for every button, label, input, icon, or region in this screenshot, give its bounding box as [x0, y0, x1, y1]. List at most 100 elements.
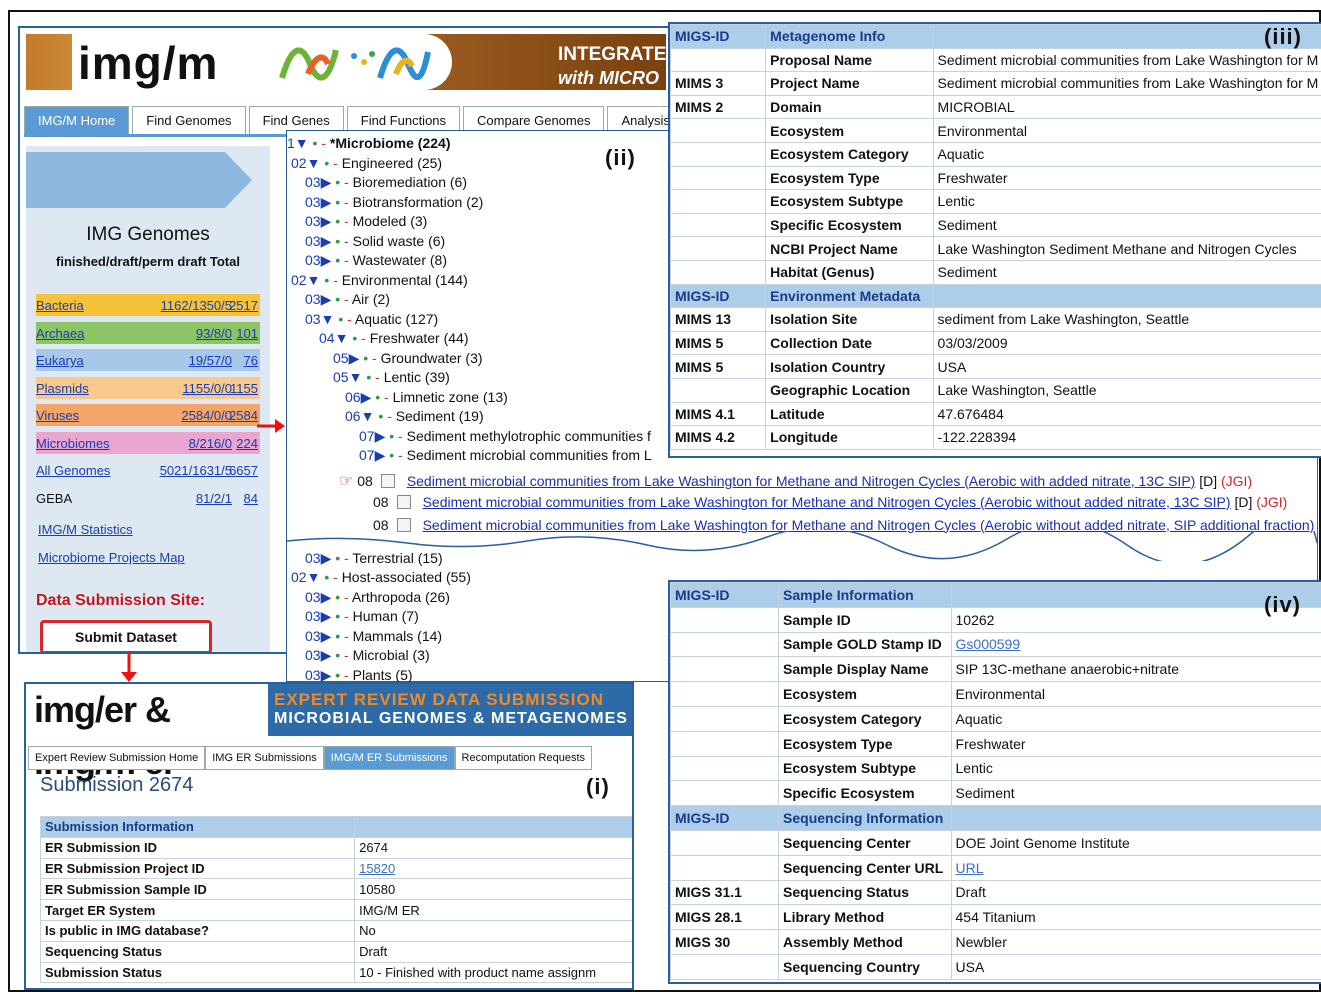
expand-arrow-icon[interactable]: ▶ — [375, 447, 386, 463]
tree-node[interactable]: 03▶ • - Wastewater (8) — [305, 252, 447, 269]
migs-id-cell — [670, 606, 780, 633]
leaf-suffix: [D] — [1199, 472, 1218, 489]
expand-arrow-icon[interactable]: ▶ — [321, 628, 332, 644]
expand-arrow-icon[interactable]: ▼ — [307, 569, 321, 585]
tree-node[interactable]: 03▶ • - Microbial (3) — [305, 647, 430, 664]
field-value-cell: 47.676484 — [932, 401, 1321, 427]
field-value-cell[interactable]: URL — [950, 854, 1321, 881]
tree-node[interactable]: 07▶ • - Sediment methylotrophic communit… — [359, 428, 651, 445]
expand-arrow-icon[interactable]: ▶ — [321, 213, 332, 229]
genome-counts[interactable]: 81/2/1 — [196, 491, 232, 506]
expand-arrow-icon[interactable]: ▶ — [361, 389, 372, 405]
tree-node[interactable]: 03▶ • - Bioremediation (6) — [305, 174, 467, 191]
genome-name[interactable]: Viruses — [36, 408, 79, 423]
migs-id-cell — [670, 780, 780, 807]
leaf-checkbox[interactable] — [396, 494, 411, 509]
tree-leaf[interactable]: ☞ 08 Sediment microbial communities from … — [339, 471, 1252, 491]
tab-imgm-home[interactable]: IMG/M Home — [24, 106, 130, 134]
genome-name[interactable]: Microbiomes — [36, 436, 110, 451]
expand-arrow-icon[interactable]: ▶ — [321, 174, 332, 190]
expand-arrow-icon[interactable]: ▶ — [321, 667, 332, 683]
genome-total[interactable]: 6657 — [229, 463, 258, 478]
leaf-link[interactable]: Sediment microbial communities from Lake… — [423, 494, 1231, 510]
migs-id-cell — [670, 656, 780, 683]
tree-node[interactable]: 06▶ • - Limnetic zone (13) — [345, 389, 508, 406]
tree-node[interactable]: 06▼ • - Sediment (19) — [345, 408, 484, 424]
expand-arrow-icon[interactable]: ▼ — [295, 135, 309, 151]
tree-node[interactable]: 02▼ • - Environmental (144) — [291, 272, 468, 288]
genome-counts[interactable]: 1162/1350/5 — [161, 298, 232, 313]
genome-name[interactable]: All Genomes — [36, 463, 110, 478]
expand-arrow-icon[interactable]: ▼ — [307, 155, 321, 171]
genome-total[interactable]: 84 — [244, 491, 258, 506]
genome-total[interactable]: 2517 — [229, 298, 258, 313]
expand-arrow-icon[interactable]: ▼ — [321, 311, 335, 327]
field-value-cell[interactable]: Gs000599 — [950, 631, 1321, 658]
leaf-checkbox[interactable] — [380, 473, 395, 488]
genome-total[interactable]: 1155 — [230, 381, 258, 396]
tree-node[interactable]: 05▼ • - Lentic (39) — [333, 369, 450, 385]
tab-img-er-submissions[interactable]: IMG ER Submissions — [205, 746, 324, 770]
genome-name[interactable]: Plasmids — [36, 381, 89, 396]
imgm-statistics-link[interactable]: IMG/M Statistics — [38, 522, 133, 537]
tree-node[interactable]: 1▼ • - *Microbiome (224) — [287, 135, 451, 151]
expand-arrow-icon[interactable]: ▶ — [321, 194, 332, 210]
expand-arrow-icon[interactable]: ▶ — [375, 428, 386, 444]
tab-recomputation-requests[interactable]: Recomputation Requests — [454, 746, 593, 770]
expand-arrow-icon[interactable]: ▶ — [321, 233, 332, 249]
microbiome-projects-map-link[interactable]: Microbiome Projects Map — [38, 550, 185, 565]
tree-node[interactable]: 03▶ • - Modeled (3) — [305, 213, 427, 230]
genome-total[interactable]: 224 — [236, 436, 258, 451]
expand-arrow-icon[interactable]: ▼ — [361, 408, 375, 424]
genome-name[interactable]: Archaea — [36, 326, 84, 341]
tree-dash-icon: - — [344, 232, 349, 249]
tree-node[interactable]: 03▶ • - Plants (5) — [305, 667, 413, 684]
tree-node[interactable]: 03▶ • - Mammals (14) — [305, 628, 442, 645]
expand-arrow-icon[interactable]: ▼ — [349, 369, 363, 385]
tree-node[interactable]: 05▶ • - Groundwater (3) — [333, 350, 483, 367]
expand-arrow-icon[interactable]: ▶ — [321, 291, 332, 307]
expand-arrow-icon[interactable]: ▶ — [321, 608, 332, 624]
expand-arrow-icon[interactable]: ▼ — [307, 272, 321, 288]
expand-arrow-icon[interactable]: ▼ — [335, 330, 349, 346]
tree-node[interactable]: 03▼ • - Aquatic (127) — [305, 311, 438, 327]
tree-node[interactable]: 03▶ • - Air (2) — [305, 291, 390, 308]
genome-name[interactable]: Eukarya — [36, 353, 84, 368]
expand-arrow-icon[interactable]: ▶ — [321, 589, 332, 605]
genome-name[interactable]: Bacteria — [36, 298, 84, 313]
table-row: Sample Display Name SIP 13C-methane anaer… — [670, 656, 1321, 683]
expand-arrow-icon[interactable]: ▶ — [349, 350, 360, 366]
tab-find-genomes[interactable]: Find Genomes — [132, 106, 246, 134]
tree-node[interactable]: 03▶ • - Arthropoda (26) — [305, 589, 450, 606]
genome-counts[interactable]: 5021/1631/5 — [160, 463, 232, 478]
leaf-checkbox[interactable] — [396, 517, 411, 532]
tree-node[interactable]: 07▶ • - Sediment microbial communities f… — [359, 447, 652, 464]
genome-counts[interactable]: 19/57/0 — [189, 353, 232, 368]
tree-dash-icon: - — [344, 291, 349, 307]
expand-arrow-icon[interactable]: ▶ — [321, 647, 332, 663]
tree-node[interactable]: 03▶ • - Solid waste (6) — [305, 233, 445, 250]
tab-imgm-er-submissions[interactable]: IMG/M ER Submissions — [323, 746, 455, 770]
genome-total[interactable]: 76 — [244, 353, 258, 368]
tree-node[interactable]: 02▼ • - Host-associated (55) — [291, 569, 471, 585]
tree-leaf[interactable]: 08 Sediment microbial communities from La… — [373, 494, 1287, 510]
tree-node[interactable]: 04▼ • - Freshwater (44) — [319, 330, 469, 346]
genome-total[interactable]: 2584 — [229, 408, 258, 423]
table-row: ER Submission Project ID 15820 — [40, 857, 632, 880]
tree-node-label: Aquatic (127) — [354, 310, 439, 327]
submit-dataset-button[interactable]: Submit Dataset — [40, 620, 212, 652]
genome-counts[interactable]: 1155/0/0 — [182, 381, 232, 396]
tree-node[interactable]: 02▼ • - Engineered (25) — [291, 155, 442, 171]
genome-counts[interactable]: 93/8/0 — [196, 326, 232, 341]
leaf-link[interactable]: Sediment microbial communities from Lake… — [407, 473, 1196, 489]
tree-node[interactable]: 03▶ • - Biotransformation (2) — [305, 194, 483, 211]
tree-node[interactable]: 03▶ • - Human (7) — [305, 608, 419, 625]
field-value-cell[interactable]: 15820 — [354, 857, 632, 880]
genome-total[interactable]: 101 — [236, 326, 258, 341]
table-row: MIMS 5 Collection Date 03/03/2009 — [670, 330, 1321, 356]
tab-expert-review-home[interactable]: Expert Review Submission Home — [28, 746, 206, 770]
genome-counts[interactable]: 8/216/0 — [189, 436, 232, 451]
table-row: MIMS 3 Project Name Sediment microbial com… — [670, 71, 1321, 96]
expand-arrow-icon[interactable]: ▶ — [321, 252, 332, 268]
genome-counts[interactable]: 2584/0/0 — [181, 408, 232, 423]
